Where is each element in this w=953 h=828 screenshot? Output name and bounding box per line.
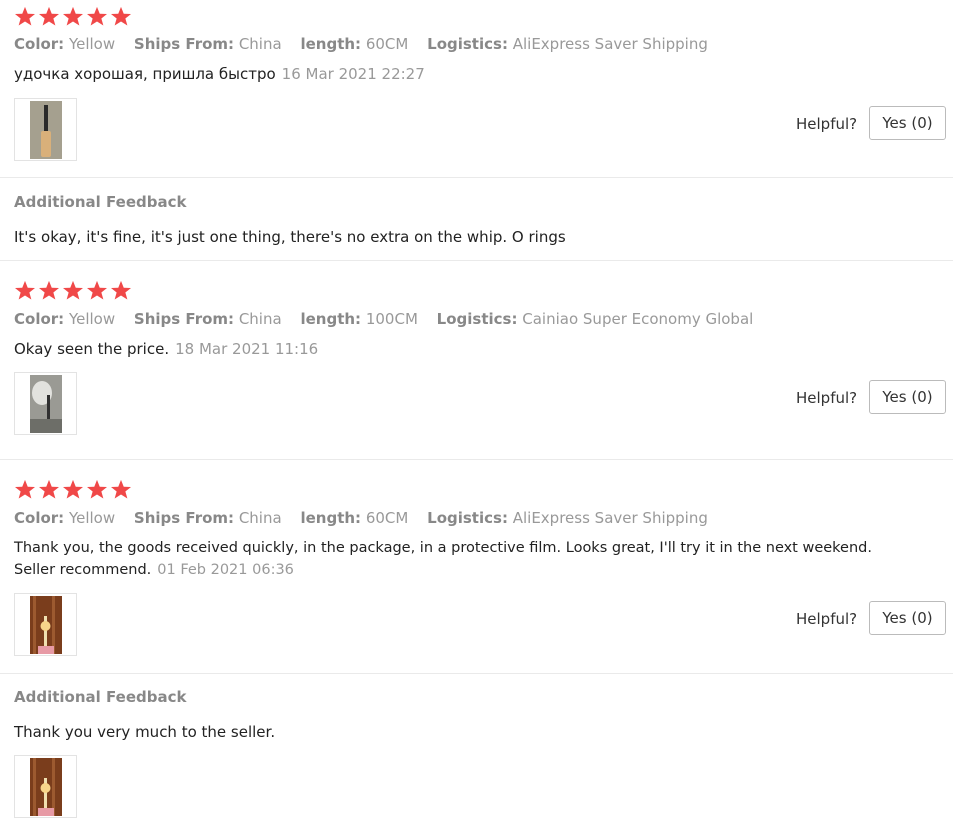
attr-color-label: Color: <box>14 310 65 328</box>
review-attributes: Color: Yellow Ships From: China length: … <box>14 34 722 54</box>
star-icon <box>39 6 59 26</box>
additional-feedback-title: Additional Feedback <box>14 688 187 706</box>
review-text: удочка хорошая, пришла быстро 16 Mar 2021… <box>14 63 934 85</box>
star-icon <box>63 280 83 300</box>
attr-logistics-value: Cainiao Super Economy Global <box>522 310 754 328</box>
review-body-line-1: Thank you, the goods received quickly, i… <box>14 540 872 556</box>
star-icon <box>111 479 131 499</box>
review-body: Okay seen the price. <box>14 340 170 358</box>
helpful-label: Helpful? <box>796 610 858 628</box>
review-photo-thumbnail[interactable] <box>14 98 77 161</box>
attr-color-value: Yellow <box>68 509 116 527</box>
attr-length-label: length: <box>300 310 362 328</box>
attr-ships-value: China <box>238 509 282 527</box>
star-rating <box>14 6 132 26</box>
attr-length-label: length: <box>300 35 362 53</box>
review-text: Thank you, the goods received quickly, i… <box>14 537 934 581</box>
additional-feedback-title: Additional Feedback <box>14 193 187 211</box>
star-rating <box>14 479 132 499</box>
review-photo-thumbnail[interactable] <box>14 372 77 435</box>
additional-photo-thumbnail[interactable] <box>14 755 77 818</box>
attr-ships-label: Ships From: <box>133 310 235 328</box>
review-photo <box>29 595 62 654</box>
attr-color-value: Yellow <box>68 310 116 328</box>
attr-color-value: Yellow <box>68 35 116 53</box>
review-attributes: Color: Yellow Ships From: China length: … <box>14 309 767 329</box>
reviews-list: Color: Yellow Ships From: China length: … <box>0 0 953 828</box>
divider <box>0 260 953 261</box>
helpful-label: Helpful? <box>796 115 858 133</box>
star-icon <box>39 280 59 300</box>
attr-color-label: Color: <box>14 35 65 53</box>
helpful-yes-button[interactable]: Yes (0) <box>869 106 946 140</box>
helpful-label: Helpful? <box>796 389 858 407</box>
review-photo <box>29 100 62 159</box>
attr-length-label: length: <box>300 509 362 527</box>
review-date: 18 Mar 2021 11:16 <box>175 340 319 358</box>
star-icon <box>63 479 83 499</box>
additional-feedback-text: Thank you very much to the seller. <box>14 723 276 741</box>
attr-color-label: Color: <box>14 509 65 527</box>
helpful-yes-button[interactable]: Yes (0) <box>869 601 946 635</box>
divider <box>0 177 953 178</box>
attr-length-value: 100CM <box>365 310 418 328</box>
star-icon <box>111 6 131 26</box>
review-body-line-2: Seller recommend. <box>14 562 152 578</box>
attr-length-value: 60CM <box>365 509 409 527</box>
review-attributes: Color: Yellow Ships From: China length: … <box>14 508 722 528</box>
additional-feedback-text: It's okay, it's fine, it's just one thin… <box>14 228 566 246</box>
star-icon <box>15 479 35 499</box>
review-photo-thumbnail[interactable] <box>14 593 77 656</box>
attr-ships-label: Ships From: <box>133 35 235 53</box>
review-date: 16 Mar 2021 22:27 <box>281 65 425 83</box>
divider <box>0 673 953 674</box>
review-text: Okay seen the price. 18 Mar 2021 11:16 <box>14 338 934 360</box>
attr-ships-label: Ships From: <box>133 509 235 527</box>
attr-logistics-label: Logistics: <box>427 509 508 527</box>
review-body: удочка хорошая, пришла быстро <box>14 65 276 83</box>
star-icon <box>87 6 107 26</box>
review-photo <box>29 374 62 433</box>
star-icon <box>63 6 83 26</box>
review-date: 01 Feb 2021 06:36 <box>157 562 294 578</box>
helpful-yes-button[interactable]: Yes (0) <box>869 380 946 414</box>
divider <box>0 459 953 460</box>
review-photo <box>29 757 62 816</box>
attr-logistics-label: Logistics: <box>427 35 508 53</box>
star-icon <box>111 280 131 300</box>
attr-logistics-value: AliExpress Saver Shipping <box>512 35 708 53</box>
star-icon <box>15 280 35 300</box>
attr-ships-value: China <box>238 310 282 328</box>
star-icon <box>15 6 35 26</box>
attr-ships-value: China <box>238 35 282 53</box>
star-icon <box>87 280 107 300</box>
attr-logistics-label: Logistics: <box>436 310 518 328</box>
star-icon <box>87 479 107 499</box>
star-icon <box>39 479 59 499</box>
attr-length-value: 60CM <box>365 35 409 53</box>
star-rating <box>14 280 132 300</box>
attr-logistics-value: AliExpress Saver Shipping <box>512 509 708 527</box>
